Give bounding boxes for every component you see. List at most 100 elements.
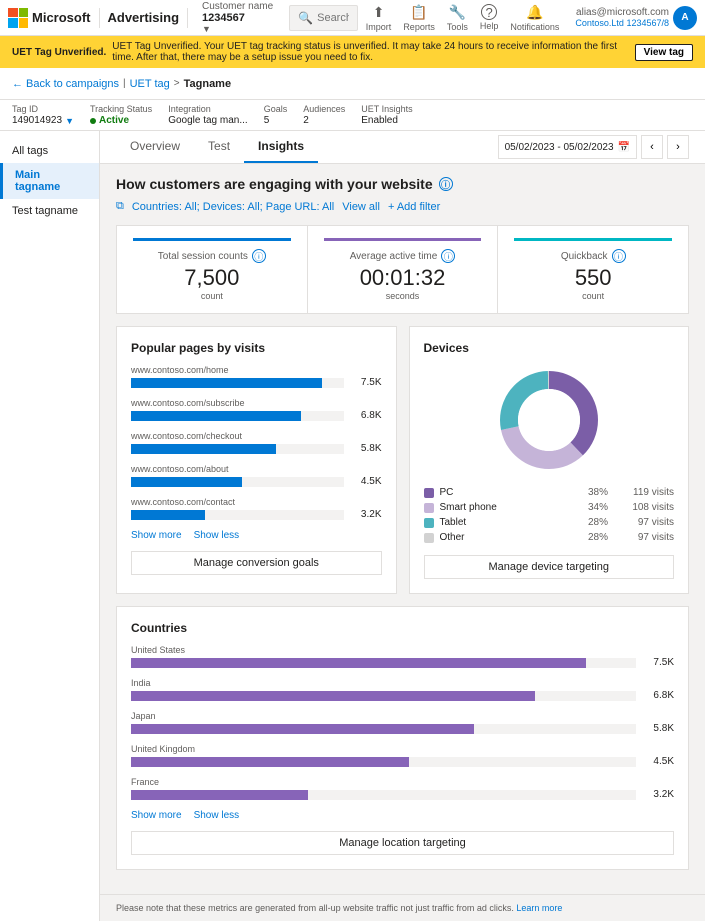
- devices-card: Devices PC 38% 119 visits: [409, 326, 690, 594]
- popular-page-item-3: www.contoso.com/about 4.5K: [131, 464, 382, 487]
- reports-icon[interactable]: 📋 Reports: [403, 4, 435, 32]
- popular-pages-title: Popular pages by visits: [131, 341, 382, 355]
- tab-test[interactable]: Test: [194, 131, 244, 163]
- metric-info-sessions[interactable]: ⓘ: [252, 249, 266, 263]
- footer-learn-more-link[interactable]: Learn more: [516, 903, 562, 913]
- countries-show-more-link[interactable]: Show more: [131, 810, 182, 821]
- bar-fill-3: [131, 477, 242, 487]
- legend-dot-0: [424, 488, 434, 498]
- country-item-4: France 3.2K: [131, 777, 674, 800]
- manage-device-targeting-button[interactable]: Manage device targeting: [424, 555, 675, 579]
- country-label-1: India: [131, 678, 674, 688]
- tagname-breadcrumb: Tagname: [184, 78, 231, 90]
- country-label-3: United Kingdom: [131, 744, 674, 754]
- country-bar-fill-3: [131, 757, 409, 767]
- view-all-link[interactable]: View all: [342, 201, 380, 213]
- calendar-icon[interactable]: 📅: [618, 142, 630, 153]
- uet-insights-label: UET Insights: [361, 104, 412, 114]
- date-prev-button[interactable]: ‹: [641, 135, 663, 159]
- date-range-input[interactable]: 05/02/2023 - 05/02/2023 📅: [498, 135, 637, 159]
- show-less-link[interactable]: Show less: [194, 530, 240, 541]
- manage-conversion-goals-button[interactable]: Manage conversion goals: [131, 551, 382, 575]
- uet-insights-value: Enabled: [361, 115, 412, 126]
- bar-row-2: 5.8K: [131, 443, 382, 454]
- tabs-bar: Overview Test Insights 05/02/2023 - 05/0…: [100, 131, 705, 164]
- goals-value: 5: [264, 115, 288, 126]
- tab-overview[interactable]: Overview: [116, 131, 194, 163]
- metric-value-sessions: 7,500: [133, 267, 291, 289]
- back-to-campaigns-link[interactable]: ← Back to campaigns: [12, 78, 119, 90]
- donut-chart: [494, 365, 604, 475]
- show-more-link[interactable]: Show more: [131, 530, 182, 541]
- bar-row-4: 3.2K: [131, 509, 382, 520]
- audiences-item: Audiences 2: [303, 104, 345, 126]
- sidebar-item-all-tags[interactable]: All tags: [0, 139, 99, 163]
- tools-icon[interactable]: 🔧 Tools: [447, 4, 468, 32]
- metric-card-quickback: Quickback ⓘ 550 count: [498, 226, 688, 313]
- ms-logo-icon: [8, 8, 28, 28]
- filter-bar: ⧉ Countries: All; Devices: All; Page URL…: [116, 200, 689, 213]
- bar-fill-0: [131, 378, 322, 388]
- metric-label-sessions: Total session counts ⓘ: [133, 249, 291, 263]
- countries-bars: United States 7.5K India 6.8K Japan 5.8K…: [131, 645, 674, 800]
- bar-row-1: 6.8K: [131, 410, 382, 421]
- notifications-icon[interactable]: 🔔 Notifications: [510, 4, 559, 32]
- tag-id-dropdown[interactable]: ▼: [65, 116, 74, 126]
- bar-label-3: www.contoso.com/about: [131, 464, 382, 474]
- audiences-label: Audiences: [303, 104, 345, 114]
- donut-legend: PC 38% 119 visits Smart phone 34% 108 vi…: [424, 487, 675, 543]
- country-item-0: United States 7.5K: [131, 645, 674, 668]
- popular-page-item-2: www.contoso.com/checkout 5.8K: [131, 431, 382, 454]
- countries-card: Countries United States 7.5K India 6.8K …: [116, 606, 689, 870]
- bar-row-3: 4.5K: [131, 476, 382, 487]
- metric-info-active-time[interactable]: ⓘ: [441, 249, 455, 263]
- legend-dot-2: [424, 518, 434, 528]
- customer-info[interactable]: Customer name 1234567 ▼: [202, 1, 273, 34]
- legend-dot-3: [424, 533, 434, 543]
- user-section[interactable]: alias@microsoft.com Contoso.Ltd 1234567/…: [575, 6, 697, 30]
- country-bar-value-1: 6.8K: [644, 690, 674, 701]
- search-box[interactable]: 🔍: [289, 5, 358, 31]
- country-bar-row-3: 4.5K: [131, 756, 674, 767]
- popular-pages-card: Popular pages by visits www.contoso.com/…: [116, 326, 397, 594]
- country-bar-value-0: 7.5K: [644, 657, 674, 668]
- integration-item: Integration Google tag man...: [168, 104, 248, 126]
- import-icon[interactable]: ⬆ Import: [366, 4, 392, 32]
- country-label-0: United States: [131, 645, 674, 655]
- bar-track-2: [131, 444, 344, 454]
- page-title-info-icon[interactable]: ⓘ: [439, 177, 453, 191]
- date-controls: 05/02/2023 - 05/02/2023 📅 ‹ ›: [498, 135, 689, 163]
- manage-location-targeting-button[interactable]: Manage location targeting: [131, 831, 674, 855]
- help-icon[interactable]: ? Help: [480, 4, 499, 31]
- integration-label: Integration: [168, 104, 248, 114]
- legend-item-3: Other 28% 97 visits: [424, 532, 675, 543]
- sidebar-item-test-tagname[interactable]: Test tagname: [0, 199, 99, 223]
- user-avatar[interactable]: A: [673, 6, 697, 30]
- legend-label-0: PC: [440, 487, 583, 498]
- date-next-button[interactable]: ›: [667, 135, 689, 159]
- breadcrumb-sep-2: >: [174, 78, 180, 89]
- legend-item-2: Tablet 28% 97 visits: [424, 517, 675, 528]
- legend-pct-0: 38%: [588, 487, 613, 498]
- search-input[interactable]: [317, 12, 349, 24]
- filter-tag-countries[interactable]: Countries: All; Devices: All; Page URL: …: [132, 201, 334, 213]
- popular-page-item-4: www.contoso.com/contact 3.2K: [131, 497, 382, 520]
- help-symbol: ?: [481, 4, 497, 20]
- page-content: How customers are engaging with your web…: [100, 164, 705, 894]
- divider-2: [187, 8, 188, 28]
- add-filter-button[interactable]: + Add filter: [388, 201, 440, 213]
- status-dot: [90, 118, 96, 124]
- countries-show-less-link[interactable]: Show less: [194, 810, 240, 821]
- bar-label-0: www.contoso.com/home: [131, 365, 382, 375]
- sidebar-item-main-tagname[interactable]: Main tagname: [0, 163, 99, 199]
- divider-1: [99, 8, 100, 28]
- goals-item: Goals 5: [264, 104, 288, 126]
- metric-bar-sessions: [133, 238, 291, 241]
- metric-info-quickback[interactable]: ⓘ: [612, 249, 626, 263]
- tab-insights[interactable]: Insights: [244, 131, 318, 163]
- view-tag-button[interactable]: View tag: [635, 44, 693, 61]
- metric-label-quickback: Quickback ⓘ: [514, 249, 672, 263]
- customer-dropdown-arrow: ▼: [202, 24, 273, 34]
- countries-show-more-row: Show more Show less: [131, 810, 674, 821]
- uet-tag-link[interactable]: UET tag: [130, 78, 170, 90]
